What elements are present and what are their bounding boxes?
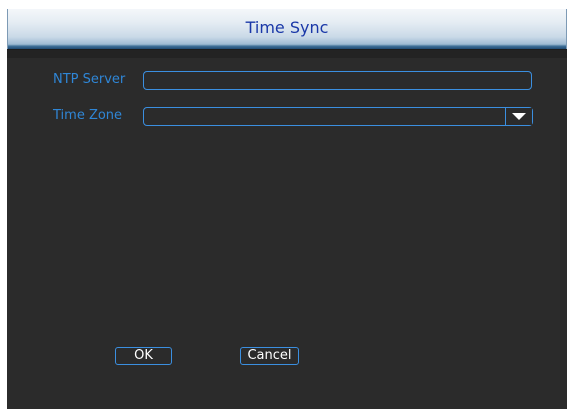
panel-divider — [7, 49, 567, 58]
time-zone-label: Time Zone — [53, 108, 123, 123]
dialog-title: Time Sync — [245, 18, 329, 37]
ntp-server-input[interactable] — [143, 71, 532, 90]
cancel-button[interactable]: Cancel — [240, 347, 299, 365]
ntp-server-label: NTP Server — [53, 72, 126, 87]
time-sync-dialog: Time Sync NTP Server Time Zone OK Cancel — [7, 9, 567, 409]
title-bar: Time Sync — [7, 9, 567, 49]
ok-button[interactable]: OK — [115, 347, 172, 365]
triangle-down-icon — [512, 113, 526, 120]
time-zone-dropdown-button[interactable] — [505, 108, 532, 125]
time-zone-select[interactable] — [143, 107, 533, 126]
